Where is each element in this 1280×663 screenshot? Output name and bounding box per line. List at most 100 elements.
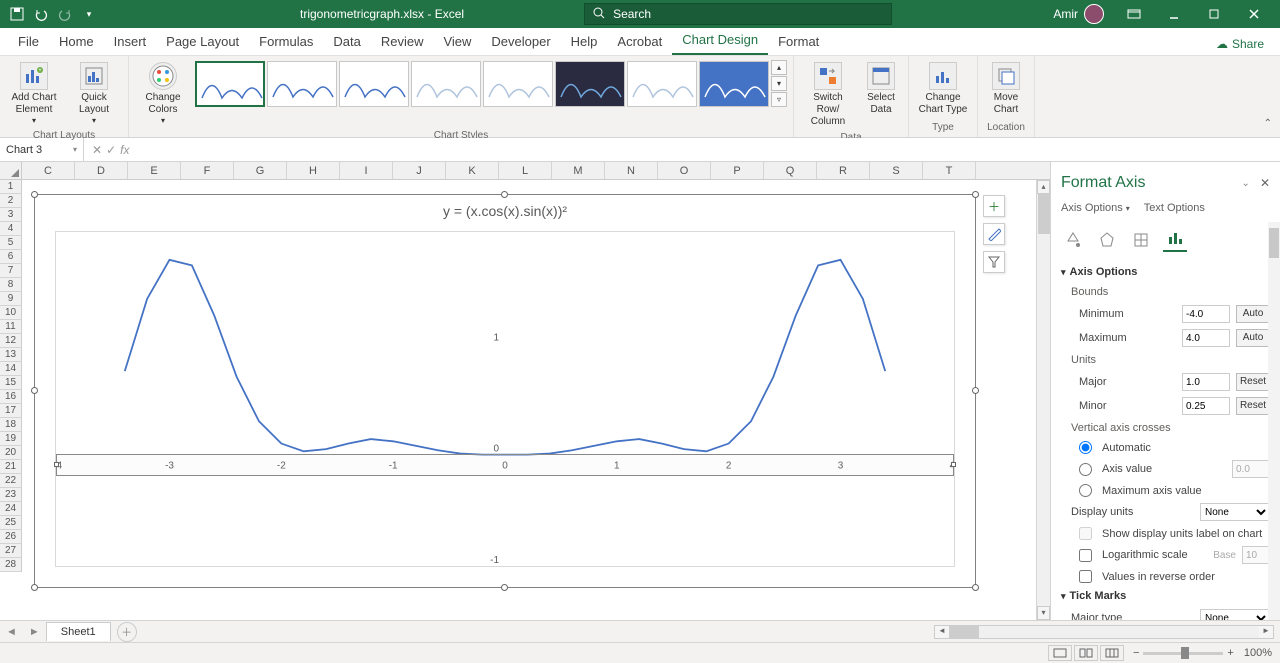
styles-more[interactable]: ▿ bbox=[771, 92, 787, 107]
resize-handle-sw[interactable] bbox=[31, 584, 38, 591]
zoom-in-icon[interactable]: + bbox=[1227, 647, 1233, 659]
column-header[interactable]: H bbox=[287, 162, 340, 179]
column-header[interactable]: T bbox=[923, 162, 976, 179]
sheet-nav-prev[interactable]: ◄ bbox=[0, 626, 23, 638]
scroll-up-icon[interactable]: ▴ bbox=[1037, 180, 1050, 194]
row-header[interactable]: 26 bbox=[0, 530, 22, 544]
resize-handle-nw[interactable] bbox=[31, 191, 38, 198]
page-layout-view-icon[interactable] bbox=[1074, 645, 1098, 661]
text-options-tab[interactable]: Text Options bbox=[1144, 202, 1205, 214]
column-header[interactable]: E bbox=[128, 162, 181, 179]
automatic-radio[interactable] bbox=[1079, 441, 1092, 454]
display-units-select[interactable]: None bbox=[1200, 503, 1270, 521]
chart-style-4[interactable] bbox=[411, 61, 481, 107]
row-header[interactable]: 25 bbox=[0, 516, 22, 530]
row-header[interactable]: 16 bbox=[0, 390, 22, 404]
column-header[interactable]: K bbox=[446, 162, 499, 179]
resize-handle-se[interactable] bbox=[972, 584, 979, 591]
log-scale-checkbox[interactable] bbox=[1079, 549, 1092, 562]
chart-style-2[interactable] bbox=[267, 61, 337, 107]
cancel-formula-icon[interactable]: ✕ bbox=[92, 143, 102, 157]
axis-options-icon[interactable] bbox=[1163, 228, 1187, 252]
minimize-icon[interactable] bbox=[1154, 0, 1194, 28]
section-tick-marks[interactable]: Tick Marks bbox=[1061, 586, 1270, 606]
row-header[interactable]: 17 bbox=[0, 404, 22, 418]
column-header[interactable]: P bbox=[711, 162, 764, 179]
row-header[interactable]: 13 bbox=[0, 348, 22, 362]
pane-options-icon[interactable]: ⌄ bbox=[1242, 178, 1250, 189]
row-header[interactable]: 4 bbox=[0, 222, 22, 236]
ribbon-display-icon[interactable] bbox=[1114, 0, 1154, 28]
x-axis-selection[interactable] bbox=[56, 454, 954, 476]
max-axis-value-radio[interactable] bbox=[1079, 484, 1092, 497]
fill-line-icon[interactable] bbox=[1061, 228, 1085, 252]
column-header[interactable]: G bbox=[234, 162, 287, 179]
chart-title[interactable]: y = (x.cos(x).sin(x))² bbox=[35, 195, 975, 227]
chart-style-5[interactable] bbox=[483, 61, 553, 107]
worksheet-grid[interactable]: CDEFGHIJKLMNOPQRST 123456789101112131415… bbox=[0, 162, 1050, 620]
tab-insert[interactable]: Insert bbox=[104, 28, 157, 55]
resize-handle-n[interactable] bbox=[501, 191, 508, 198]
column-header[interactable]: L bbox=[499, 162, 552, 179]
sheet-tab-1[interactable]: Sheet1 bbox=[46, 622, 111, 641]
row-header[interactable]: 9 bbox=[0, 292, 22, 306]
chart-style-3[interactable] bbox=[339, 61, 409, 107]
undo-icon[interactable] bbox=[30, 3, 52, 25]
row-header[interactable]: 3 bbox=[0, 208, 22, 222]
normal-view-icon[interactable] bbox=[1048, 645, 1072, 661]
close-icon[interactable] bbox=[1234, 0, 1274, 28]
resize-handle-e[interactable] bbox=[972, 387, 979, 394]
quick-layout-button[interactable]: Quick Layout ▾ bbox=[66, 60, 122, 128]
plot-area[interactable]: -1012-4-3-2-101234 bbox=[55, 231, 955, 567]
minimum-input[interactable] bbox=[1182, 305, 1230, 323]
maximize-icon[interactable] bbox=[1194, 0, 1234, 28]
row-header[interactable]: 5 bbox=[0, 236, 22, 250]
tab-chart-design[interactable]: Chart Design bbox=[672, 26, 768, 55]
customize-qa-icon[interactable]: ▾ bbox=[78, 3, 100, 25]
major-input[interactable] bbox=[1182, 373, 1230, 391]
column-header[interactable]: O bbox=[658, 162, 711, 179]
minor-reset-button[interactable]: Reset bbox=[1236, 397, 1270, 415]
row-header[interactable]: 2 bbox=[0, 194, 22, 208]
chart-object[interactable]: y = (x.cos(x).sin(x))² -1012-4-3-2-10123… bbox=[34, 194, 976, 588]
column-header[interactable]: D bbox=[75, 162, 128, 179]
chart-filters-button[interactable] bbox=[983, 251, 1005, 273]
sheet-nav-next[interactable]: ► bbox=[23, 626, 46, 638]
chart-elements-button[interactable]: ＋ bbox=[983, 195, 1005, 217]
row-header[interactable]: 21 bbox=[0, 460, 22, 474]
row-header[interactable]: 6 bbox=[0, 250, 22, 264]
row-header[interactable]: 27 bbox=[0, 544, 22, 558]
row-header[interactable]: 8 bbox=[0, 278, 22, 292]
change-chart-type-button[interactable]: Change Chart Type bbox=[915, 60, 971, 118]
tab-formulas[interactable]: Formulas bbox=[249, 28, 323, 55]
minimum-auto-button[interactable]: Auto bbox=[1236, 305, 1270, 323]
zoom-out-icon[interactable]: − bbox=[1133, 647, 1139, 659]
add-chart-element-button[interactable]: + Add Chart Element ▾ bbox=[6, 60, 62, 128]
row-header[interactable]: 11 bbox=[0, 320, 22, 334]
resize-handle-ne[interactable] bbox=[972, 191, 979, 198]
user-account[interactable]: Amir bbox=[1053, 4, 1104, 24]
share-button[interactable]: ☁Share bbox=[1208, 33, 1272, 55]
chart-style-7[interactable] bbox=[627, 61, 697, 107]
resize-handle-s[interactable] bbox=[501, 584, 508, 591]
name-box[interactable]: Chart 3▾ bbox=[0, 138, 84, 161]
tab-page-layout[interactable]: Page Layout bbox=[156, 28, 249, 55]
select-data-button[interactable]: Select Data bbox=[860, 60, 902, 118]
vertical-scrollbar[interactable]: ▴ ▾ bbox=[1036, 180, 1050, 620]
row-header[interactable]: 20 bbox=[0, 446, 22, 460]
horizontal-scrollbar[interactable]: ◄ ► bbox=[934, 625, 1274, 639]
column-header[interactable]: Q bbox=[764, 162, 817, 179]
switch-row-column-button[interactable]: Switch Row/ Column bbox=[800, 60, 856, 130]
page-break-view-icon[interactable] bbox=[1100, 645, 1124, 661]
maximum-input[interactable] bbox=[1182, 329, 1230, 347]
reverse-order-checkbox[interactable] bbox=[1079, 570, 1092, 583]
save-icon[interactable] bbox=[6, 3, 28, 25]
row-header[interactable]: 15 bbox=[0, 376, 22, 390]
scroll-thumb[interactable] bbox=[1038, 194, 1050, 234]
section-axis-options[interactable]: Axis Options bbox=[1061, 262, 1270, 282]
row-header[interactable]: 28 bbox=[0, 558, 22, 572]
tab-developer[interactable]: Developer bbox=[481, 28, 560, 55]
column-header[interactable]: C bbox=[22, 162, 75, 179]
chart-styles-button[interactable] bbox=[983, 223, 1005, 245]
tab-acrobat[interactable]: Acrobat bbox=[607, 28, 672, 55]
